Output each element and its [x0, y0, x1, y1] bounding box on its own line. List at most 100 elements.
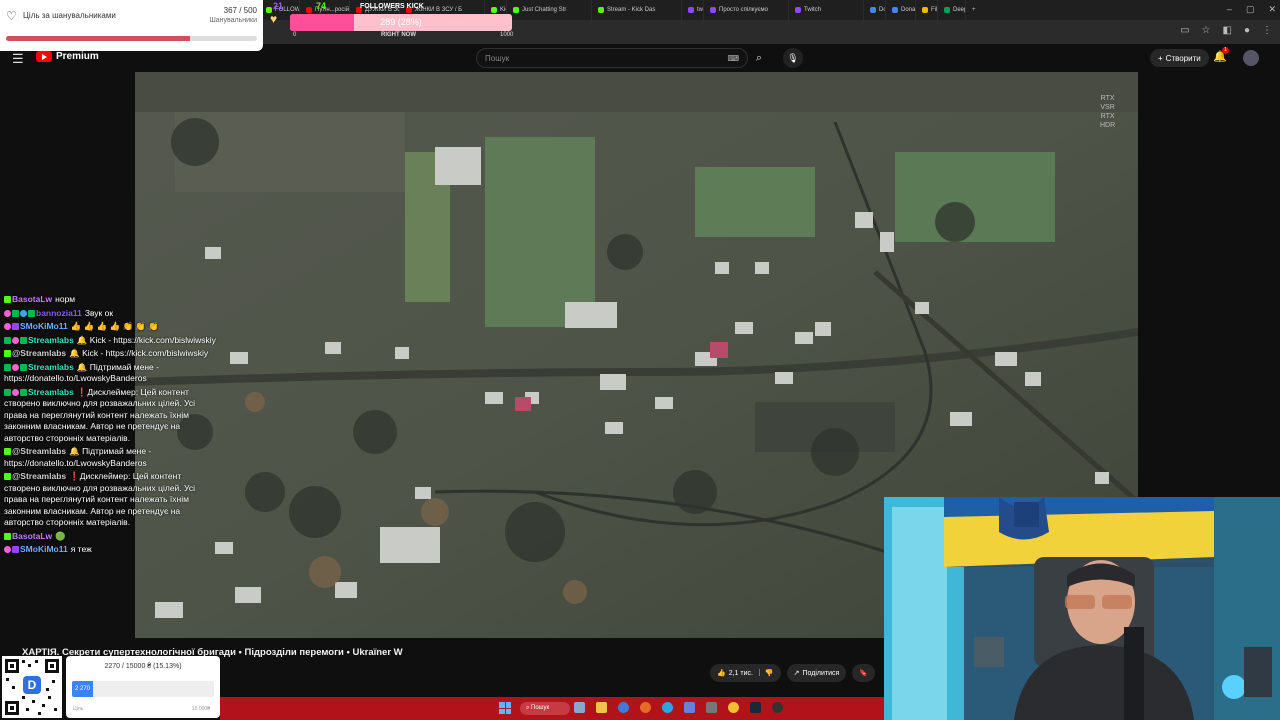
chat-username[interactable]: Streamlabs [28, 387, 74, 397]
youtube-logo[interactable]: Premium [36, 51, 99, 62]
save-button[interactable]: 🔖 [852, 664, 876, 682]
donation-progress-fill: 2 270 [72, 681, 94, 697]
browser-tab[interactable]: Films [916, 0, 938, 20]
window-controls: – ▢ ✕ [1227, 4, 1276, 15]
extension-icons: ▭ ☆ ◧ ● ⋮ [1180, 25, 1272, 36]
rtx-badge: RTX VSR RTX HDR [1100, 94, 1115, 130]
share-icon: ↗ [793, 670, 800, 677]
chat-username[interactable]: bannozia11 [36, 308, 82, 318]
chat-username[interactable]: @Streamlabs [12, 446, 66, 456]
close-button[interactable]: ✕ [1268, 4, 1276, 15]
chat-message: @Streamlabs ❗Дисклеймер: Цей контент ство… [4, 471, 219, 529]
app-icon[interactable] [706, 702, 717, 713]
thumbs-down-icon[interactable]: ｜ 👎 [756, 668, 774, 678]
check-badge-icon [4, 388, 11, 396]
menu-dots-icon[interactable]: ⋮ [1262, 25, 1272, 36]
chat-username[interactable]: BasotaLw [12, 531, 52, 541]
search-box[interactable]: Пошук ⌨ [476, 48, 748, 68]
chat-username[interactable]: Streamlabs [28, 335, 74, 345]
browser-tab[interactable]: Donations [886, 0, 916, 20]
browser-tab[interactable]: Twitch [789, 0, 864, 20]
kick-badge-icon [4, 473, 11, 480]
chat-username[interactable]: @Streamlabs [12, 471, 66, 481]
chat-username[interactable]: BasotaLw [12, 294, 52, 304]
fan-goal-widget: ♡ Ціль за шанувальниками 367 / 500 Шанув… [0, 0, 263, 51]
new-tab-button[interactable]: + [966, 0, 982, 20]
share-button[interactable]: ↗ Поділитися [786, 664, 847, 682]
browser-tab[interactable]: DeepState [938, 0, 966, 20]
donation-goal-label: Ціль [73, 706, 84, 712]
webcam-feed [884, 497, 1280, 720]
chat-text: я теж [70, 544, 92, 554]
browser-tab[interactable]: Just Chatting Str [507, 0, 592, 20]
check-badge-icon [4, 336, 11, 344]
chat-text: 🟢 [55, 530, 66, 541]
tab-favicon-icon [688, 7, 694, 13]
search-input[interactable]: Пошук [477, 54, 727, 63]
taskbar-search[interactable]: ⌕ Пошук [520, 702, 570, 715]
bookmark-star-icon[interactable]: ☆ [1202, 25, 1211, 36]
chat-text: 🔔 Kick - https://kick.com/bislwiwskiy [76, 334, 216, 345]
search-icon[interactable]: ⌕ [748, 48, 770, 68]
bookmark-icon: 🔖 [859, 670, 869, 677]
chat-message: BasotaLw 🟢 [4, 531, 219, 543]
browser-tab[interactable]: Dota2 [864, 0, 886, 20]
check-badge-icon [20, 388, 27, 396]
goal-progress-bar [6, 36, 257, 41]
firefox-icon[interactable] [640, 702, 651, 713]
extensions-icon[interactable]: ◧ [1223, 25, 1232, 36]
tab-favicon-icon [513, 7, 519, 13]
taskbar-search-label: Пошук [531, 705, 550, 711]
tab-label: Kick [500, 7, 506, 13]
like-count: 2,1 тис. [728, 669, 753, 677]
hamburger-menu-icon[interactable]: ☰ [12, 51, 24, 67]
chat-message: @Streamlabs 🔔 Kick - https://kick.com/bis… [4, 348, 219, 360]
windows-start-icon[interactable] [499, 702, 511, 714]
tab-label: twitch [697, 7, 704, 13]
chat-username[interactable]: Streamlabs [28, 362, 74, 372]
heart-badge-icon [12, 336, 19, 344]
plus-icon: + [1158, 53, 1163, 63]
discord-icon[interactable] [684, 702, 695, 713]
steam-icon[interactable] [750, 702, 761, 713]
donation-progress-bar: 2 270 [72, 681, 214, 697]
chat-message: Streamlabs 🔔 Підтримай мене - https://don… [4, 362, 219, 385]
obs-icon[interactable] [772, 702, 783, 713]
chrome-icon[interactable] [728, 702, 739, 713]
chat-username[interactable]: @Streamlabs [12, 348, 66, 358]
cast-icon[interactable]: ▭ [1180, 25, 1189, 36]
tab-label: Stream - Kick Das [607, 7, 656, 13]
browser-tab[interactable]: twitch [682, 0, 704, 20]
browser-tab[interactable]: Просто спілкуємо [704, 0, 789, 20]
chat-username[interactable]: SMoKiMo11 [20, 321, 68, 331]
hdr-label: HDR [1100, 122, 1116, 129]
file-explorer-icon[interactable] [596, 702, 607, 713]
create-label: Створити [1165, 53, 1201, 63]
chat-text: 🔔 Kick - https://kick.com/bislwiwskiy [69, 348, 209, 358]
check-badge-icon [28, 309, 35, 317]
microphone-icon[interactable]: 🎙 [783, 48, 803, 68]
svg-text:D: D [28, 678, 37, 692]
chat-text: Звук ок [84, 307, 114, 318]
like-button[interactable]: 👍 2,1 тис. ｜ 👎 [710, 664, 781, 682]
goal-subtitle: Шанувальники [209, 17, 257, 24]
tab-label: Donations [901, 7, 916, 13]
profile-icon[interactable]: ● [1244, 25, 1250, 36]
chat-username[interactable]: SMoKiMo11 [20, 544, 68, 554]
keyboard-icon[interactable]: ⌨ [727, 54, 739, 63]
browser-tab[interactable]: Stream - Kick Das [592, 0, 682, 20]
followers-title: FOLLOWERS KICK [360, 3, 424, 10]
account-avatar[interactable] [1243, 50, 1259, 66]
donation-goal-widget: 2270 / 15000 ₴ (15.13%) 2 270 Ціль 15 00… [66, 656, 220, 718]
create-button[interactable]: + Створити [1150, 49, 1209, 67]
share-label: Поділитися [802, 669, 840, 677]
maximize-button[interactable]: ▢ [1246, 4, 1255, 15]
donation-goal-max: 15 000₴ [191, 706, 210, 712]
edge-icon[interactable] [618, 702, 629, 713]
minimize-button[interactable]: – [1227, 4, 1232, 15]
task-view-icon[interactable] [574, 702, 585, 713]
heart-badge-icon [4, 309, 11, 317]
telegram-icon[interactable] [662, 702, 673, 713]
rtx-label-2: RTX [1100, 113, 1115, 120]
tab-favicon-icon [795, 7, 801, 13]
